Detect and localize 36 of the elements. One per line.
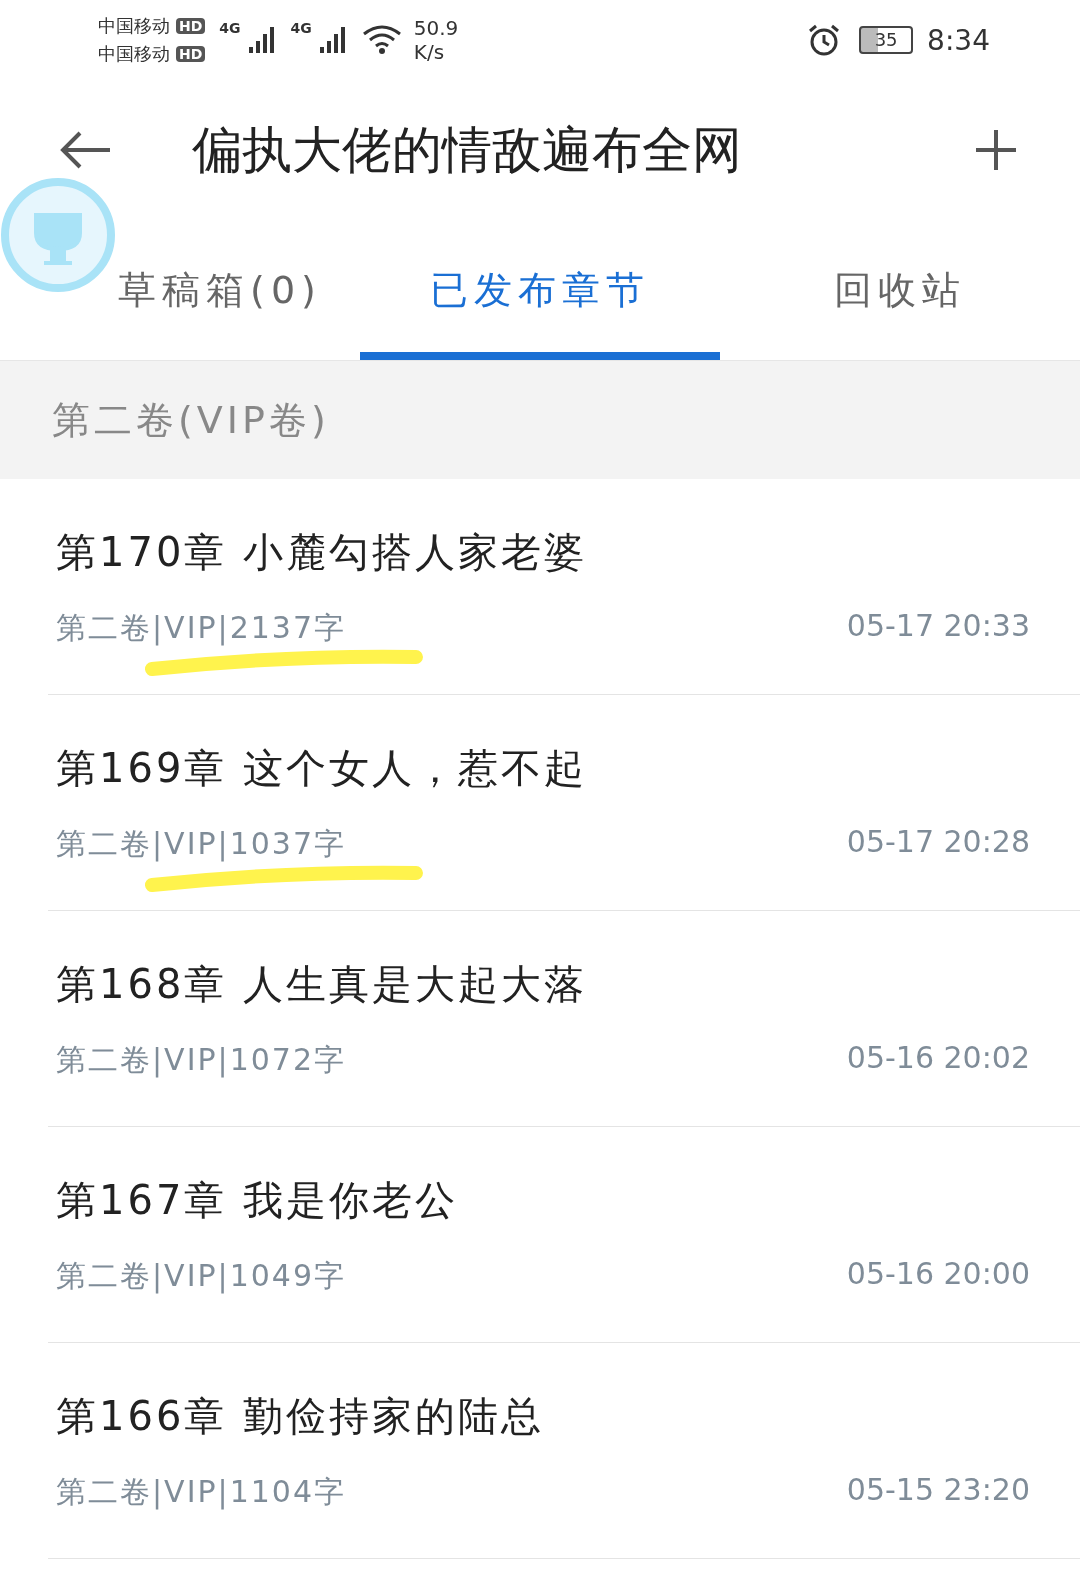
hd-badge: HD (176, 18, 206, 34)
chapter-title[interactable]: 第170章 小麓勾搭人家老婆 (48, 524, 1030, 580)
wifi-icon (361, 24, 402, 56)
tab[interactable]: 草稿箱(0) (116, 260, 324, 320)
volume-title: 第二卷(VIP卷) (52, 396, 330, 444)
chapter-title[interactable]: 第166章 勤俭持家的陆总 (48, 1388, 1030, 1444)
chapter-info: 第二卷|VIP|1049字 (56, 1256, 347, 1296)
alarm-icon (807, 23, 842, 57)
chapter-info: 第二卷|VIP|2137字 (56, 608, 347, 648)
carrier-name: 中国移动 (98, 42, 170, 66)
chapter-info: 第二卷|VIP|1072字 (56, 1040, 347, 1080)
publish-time: 05-17 20:28 (846, 823, 1030, 861)
chapter-info: 第二卷|VIP|1104字 (56, 1472, 347, 1512)
publish-time: 05-17 20:33 (846, 607, 1030, 645)
book-title: 偏执大佬的情敌遍布全网 (192, 119, 743, 181)
tab[interactable]: 回收站 (832, 260, 968, 320)
chapter-title[interactable]: 第169章 这个女人，惹不起 (48, 740, 1030, 796)
clock-time: 8:34 (927, 23, 990, 57)
plus-icon[interactable] (974, 128, 1018, 172)
chapter-title[interactable]: 第167章 我是你老公 (48, 1172, 1030, 1228)
publish-time: 05-16 20:00 (846, 1255, 1030, 1293)
tab[interactable]: 已发布章节 (428, 260, 652, 320)
hd-badge: HD (176, 46, 206, 62)
back-arrow-icon[interactable] (60, 130, 112, 170)
chapter-info: 第二卷|VIP|1037字 (56, 824, 347, 864)
network-speed: K/s (413, 40, 446, 64)
network-label: 4G (219, 20, 241, 36)
chapter-title[interactable]: 第168章 人生真是大起大落 (48, 956, 1030, 1012)
signal-icon (246, 25, 277, 55)
signal-icon (317, 25, 348, 55)
publish-time: 05-16 20:02 (846, 1039, 1030, 1077)
battery-indicator: 35 (859, 26, 914, 54)
publish-time: 05-15 23:20 (846, 1471, 1030, 1509)
network-label: 4G (290, 20, 312, 36)
carrier-name: 中国移动 (98, 14, 170, 38)
network-speed: 50.9 (413, 16, 459, 40)
